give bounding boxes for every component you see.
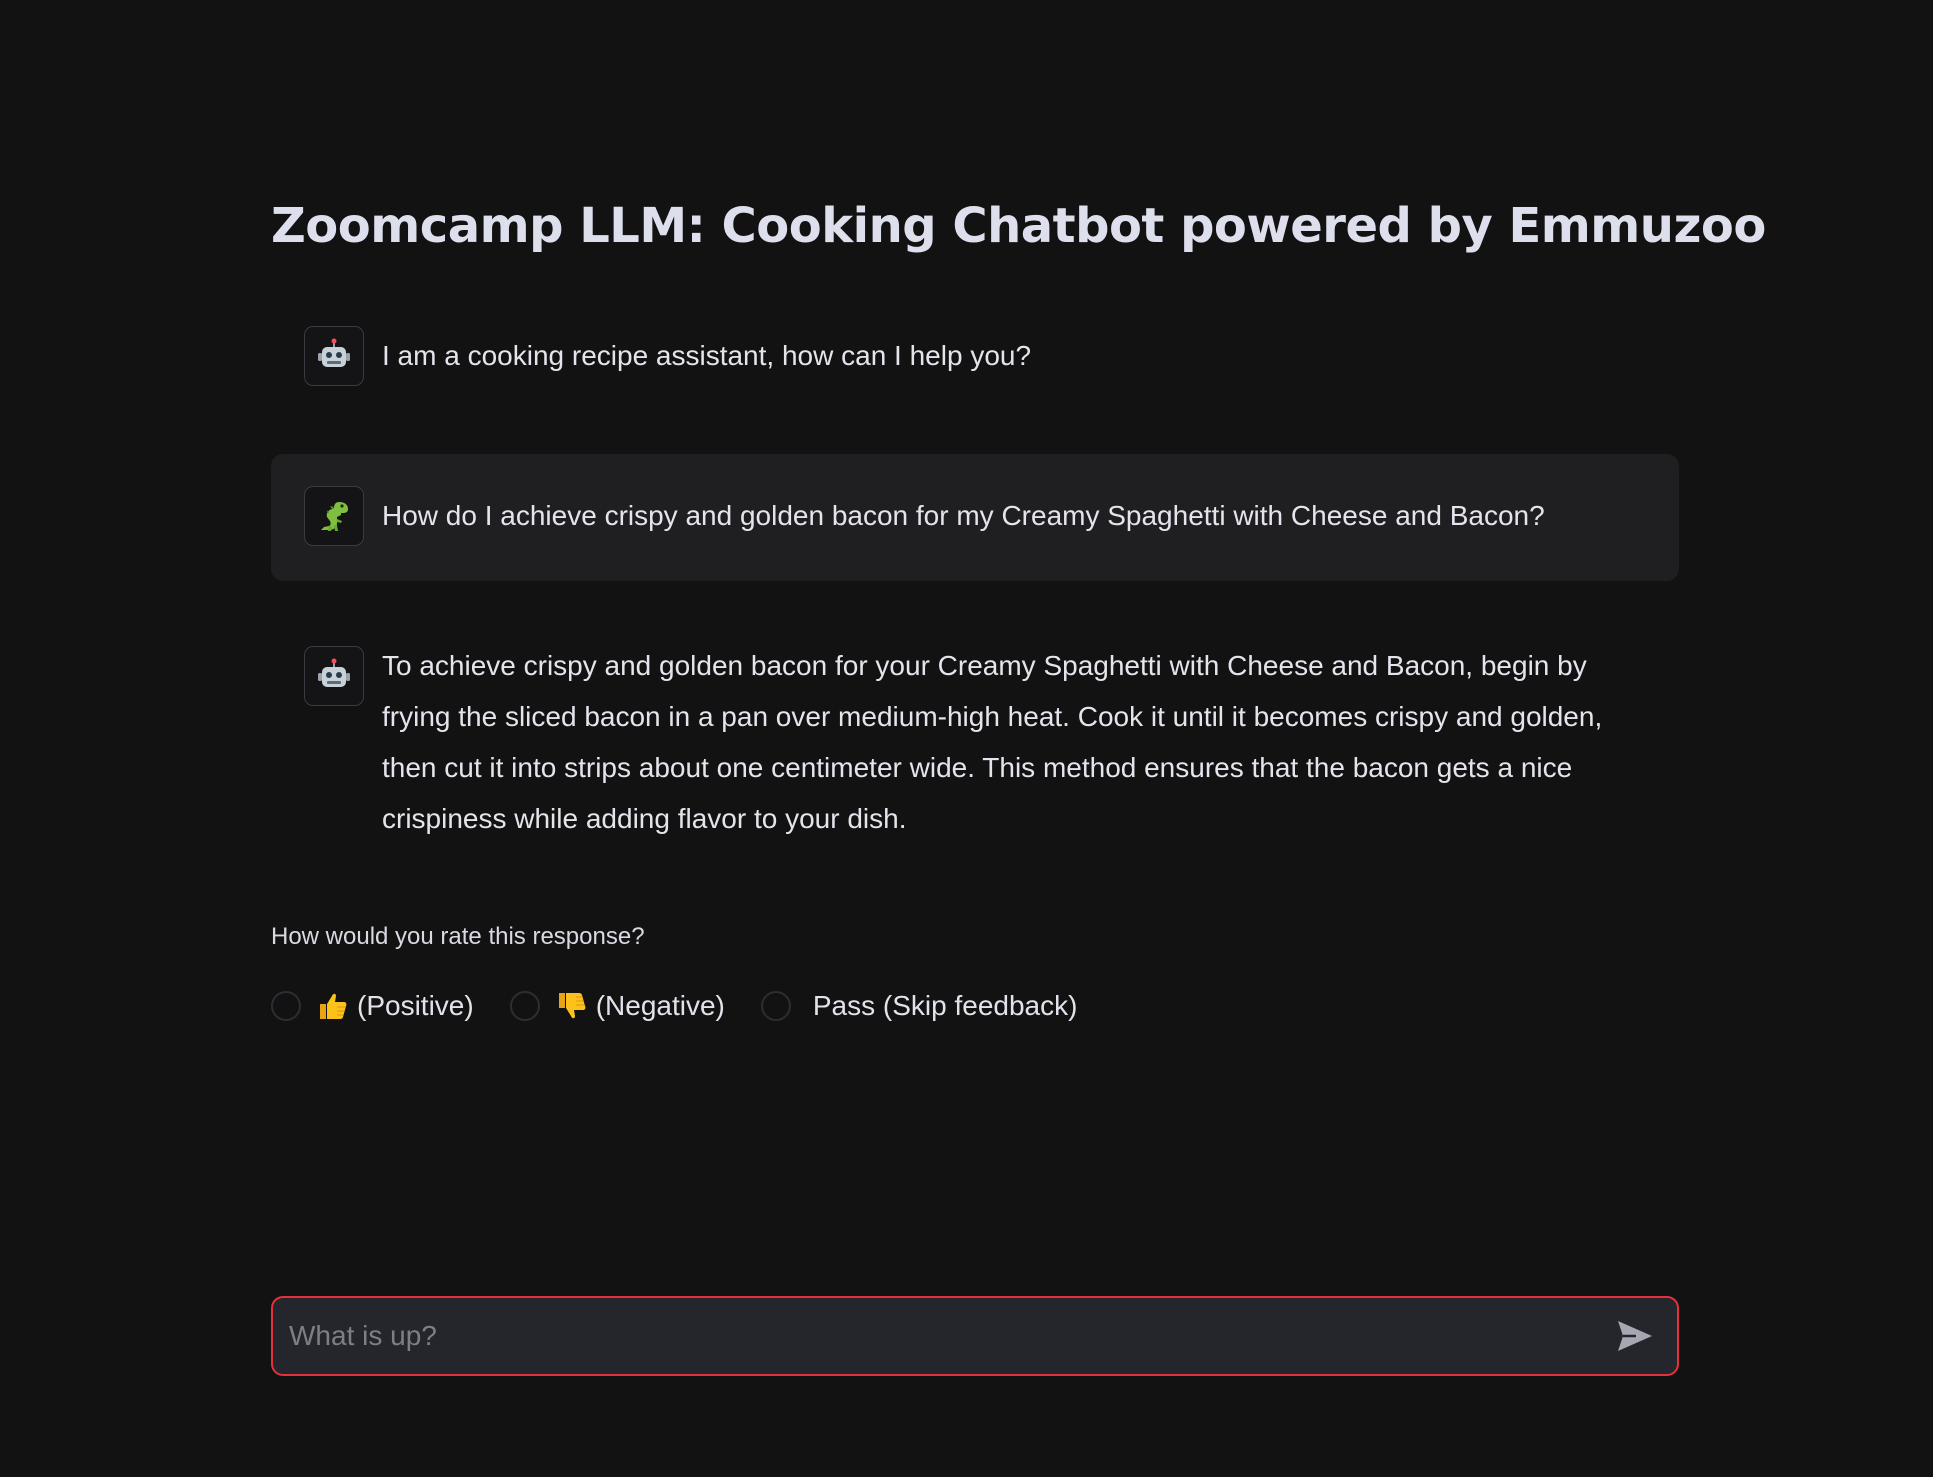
feedback-question: How would you rate this response? bbox=[271, 923, 645, 950]
page-title: Zoomcamp LLM: Cooking Chatbot powered by… bbox=[271, 198, 1766, 254]
feedback-radio-group: (Positive) (Negative) Pass (Skip feedbac… bbox=[271, 990, 1113, 1022]
dinosaur-icon bbox=[304, 486, 364, 546]
message-text: How do I achieve crispy and golden bacon… bbox=[382, 500, 1545, 531]
feedback-option-negative[interactable]: (Negative) bbox=[509, 990, 725, 1022]
send-icon bbox=[1618, 1321, 1652, 1351]
message-text: I am a cooking recipe assistant, how can… bbox=[382, 340, 1032, 371]
feedback-option-label: Pass (Skip feedback) bbox=[812, 990, 1078, 1021]
thumbs-up-icon bbox=[317, 990, 349, 1022]
feedback-option-skip[interactable]: Pass (Skip feedback) bbox=[760, 990, 1078, 1022]
chat-message-user: How do I achieve crispy and golden bacon… bbox=[271, 454, 1679, 581]
chat-input[interactable] bbox=[273, 1297, 1605, 1375]
robot-icon bbox=[304, 326, 364, 386]
message-text: To achieve crispy and golden bacon for y… bbox=[382, 650, 1603, 834]
radio-button[interactable] bbox=[509, 991, 540, 1021]
radio-button[interactable] bbox=[271, 991, 301, 1021]
app-root: Zoomcamp LLM: Cooking Chatbot powered by… bbox=[0, 0, 1933, 1477]
chat-message-assistant: I am a cooking recipe assistant, how can… bbox=[271, 326, 1679, 386]
chat-input-container bbox=[271, 1296, 1679, 1376]
thumbs-down-icon bbox=[556, 990, 588, 1022]
feedback-option-label: (Negative) bbox=[595, 990, 725, 1021]
radio-button[interactable] bbox=[760, 991, 791, 1021]
robot-icon bbox=[304, 646, 364, 706]
send-button[interactable] bbox=[1605, 1306, 1665, 1366]
feedback-option-label: (Positive) bbox=[357, 990, 474, 1021]
feedback-option-positive[interactable]: (Positive) bbox=[271, 990, 474, 1022]
chat-message-assistant: To achieve crispy and golden bacon for y… bbox=[271, 646, 1679, 844]
